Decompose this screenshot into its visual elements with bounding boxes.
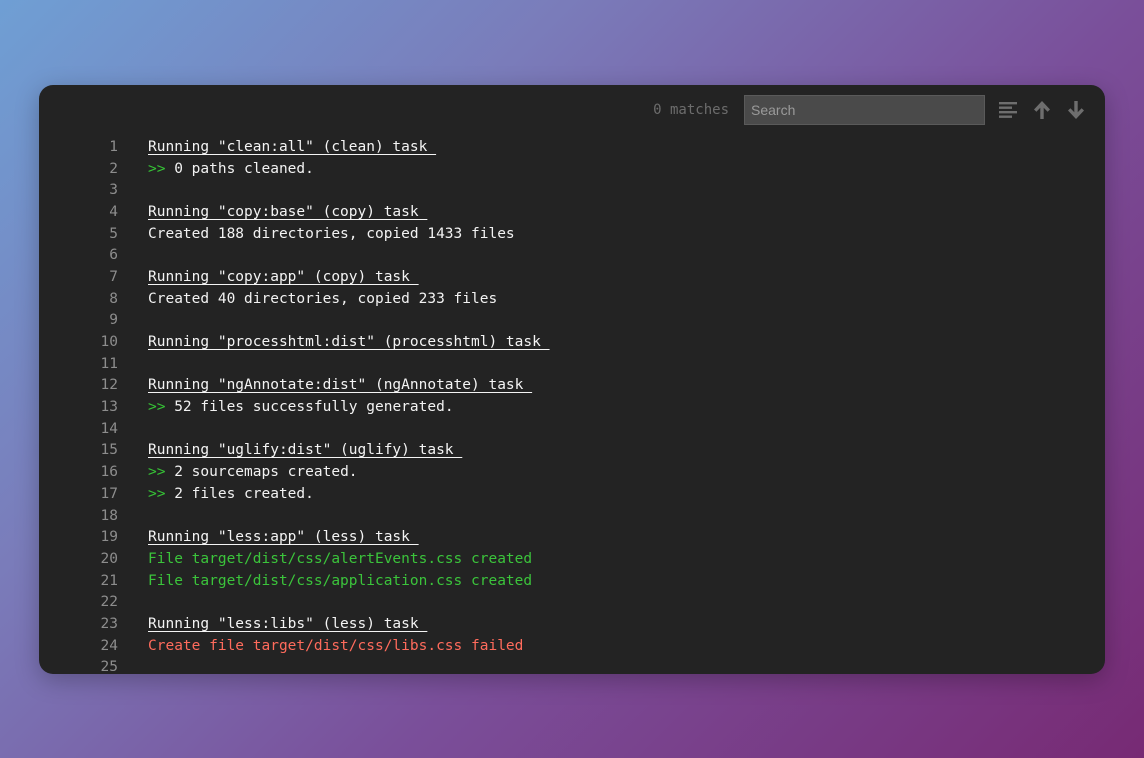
log-line: 1 Running "clean:all" (clean) task: [39, 136, 1105, 158]
line-number: 14: [100, 420, 118, 437]
line-number: 21: [100, 572, 118, 589]
log-line: 24 Create file target/dist/css/libs.css f…: [39, 635, 1105, 657]
success-message: File target/dist/css/application.css cre…: [148, 572, 533, 589]
line-number: 11: [100, 355, 118, 372]
log-line: 17 >> 2 files created.: [39, 483, 1105, 505]
prompt-marker: >>: [148, 464, 166, 481]
log-line: 10 Running "processhtml:dist" (processhtm…: [39, 331, 1105, 353]
log-line: 11: [39, 353, 1105, 375]
success-message: File target/dist/css/alertEvents.css cre…: [148, 550, 533, 567]
log-line: 15 Running "uglify:dist" (uglify) task: [39, 440, 1105, 462]
task-header: Running "ngAnnotate:dist" (ngAnnotate) t…: [148, 377, 533, 394]
task-header: Running "copy:base" (copy) task: [148, 203, 428, 220]
line-content: Create file target/dist/css/libs.css fai…: [148, 638, 523, 654]
line-number: 7: [109, 268, 118, 285]
task-header: Running "less:app" (less) task: [148, 529, 419, 546]
line-content: Running "ngAnnotate:dist" (ngAnnotate) t…: [148, 377, 532, 393]
line-content: >> 2 sourcemaps created.: [148, 464, 358, 480]
line-content: Running "less:libs" (less) task: [148, 616, 427, 632]
line-number: 17: [100, 485, 118, 502]
log-line: 19 Running "less:app" (less) task: [39, 526, 1105, 548]
log-text: 2 sourcemaps created.: [165, 464, 358, 481]
log-text: Created 188 directories, copied 1433 fil…: [148, 225, 515, 242]
line-content: Running "uglify:dist" (uglify) task: [148, 442, 462, 458]
line-content: Created 188 directories, copied 1433 fil…: [148, 226, 515, 242]
line-number: 25: [100, 659, 118, 674]
line-number: 8: [109, 290, 118, 307]
line-number: 22: [100, 594, 118, 611]
line-number: 19: [100, 529, 118, 546]
arrow-down-icon: [1068, 101, 1084, 119]
line-content: Running "copy:app" (copy) task: [148, 269, 419, 285]
log-line: 23 Running "less:libs" (less) task: [39, 613, 1105, 635]
wrap-lines-button[interactable]: [997, 99, 1019, 121]
log-line: 4 Running "copy:base" (copy) task: [39, 201, 1105, 223]
matches-count: 0 matches: [653, 102, 729, 118]
line-content: >> 2 files created.: [148, 486, 314, 502]
line-content: Created 40 directories, copied 233 files: [148, 291, 497, 307]
log-line: 14: [39, 418, 1105, 440]
line-number: 13: [100, 399, 118, 416]
log-line: 8 Created 40 directories, copied 233 file…: [39, 288, 1105, 310]
line-number: 3: [109, 182, 118, 199]
log-text: 0 paths cleaned.: [165, 160, 314, 177]
line-number: 9: [109, 312, 118, 329]
task-header: Running "copy:app" (copy) task: [148, 268, 419, 285]
line-number: 16: [100, 464, 118, 481]
line-number: 5: [109, 225, 118, 242]
log-line: 25: [39, 657, 1105, 674]
prompt-marker: >>: [148, 399, 166, 416]
log-output: 1 Running "clean:all" (clean) task 2 >> 0 …: [39, 136, 1105, 674]
line-number: 12: [100, 377, 118, 394]
line-content: File target/dist/css/application.css cre…: [148, 573, 532, 589]
log-text: Created 40 directories, copied 233 files: [148, 290, 498, 307]
line-number: 24: [100, 637, 118, 654]
line-content: Running "copy:base" (copy) task: [148, 204, 427, 220]
arrow-up-icon: [1034, 101, 1050, 119]
line-number: 15: [100, 442, 118, 459]
log-line: 3: [39, 179, 1105, 201]
log-line: 9: [39, 310, 1105, 332]
line-number: 23: [100, 615, 118, 632]
prompt-marker: >>: [148, 160, 166, 177]
line-content: Running "less:app" (less) task: [148, 529, 419, 545]
prompt-marker: >>: [148, 485, 166, 502]
log-line: 5 Created 188 directories, copied 1433 fi…: [39, 223, 1105, 245]
log-line: 21 File target/dist/css/application.css c…: [39, 570, 1105, 592]
previous-match-button[interactable]: [1031, 99, 1053, 121]
line-number: 20: [100, 550, 118, 567]
log-line: 16 >> 2 sourcemaps created.: [39, 461, 1105, 483]
line-content: >> 0 paths cleaned.: [148, 161, 314, 177]
log-line: 2 >> 0 paths cleaned.: [39, 158, 1105, 180]
log-line: 7 Running "copy:app" (copy) task: [39, 266, 1105, 288]
line-content: Running "processhtml:dist" (processhtml)…: [148, 334, 550, 350]
line-number: 4: [109, 203, 118, 220]
line-number: 6: [109, 247, 118, 264]
log-line: 12 Running "ngAnnotate:dist" (ngAnnotate)…: [39, 375, 1105, 397]
error-message: Create file target/dist/css/libs.css fai…: [148, 637, 524, 654]
log-text: 52 files successfully generated.: [165, 399, 454, 416]
align-left-icon: [999, 102, 1017, 118]
line-number: 1: [109, 138, 118, 155]
log-line: 13 >> 52 files successfully generated.: [39, 396, 1105, 418]
log-line: 22: [39, 591, 1105, 613]
log-line: 18: [39, 505, 1105, 527]
line-number: 2: [109, 160, 118, 177]
task-header: Running "clean:all" (clean) task: [148, 138, 437, 155]
search-input[interactable]: [744, 95, 985, 125]
task-header: Running "uglify:dist" (uglify) task: [148, 442, 463, 459]
log-viewer-window: 0 matches 1 Running "clean:all" (clean) t…: [39, 85, 1105, 674]
line-content: File target/dist/css/alertEvents.css cre…: [148, 551, 532, 567]
task-header: Running "less:libs" (less) task: [148, 615, 428, 632]
task-header: Running "processhtml:dist" (processhtml)…: [148, 334, 550, 351]
log-line: 20 File target/dist/css/alertEvents.css c…: [39, 548, 1105, 570]
toolbar: 0 matches: [653, 95, 1087, 125]
log-text: 2 files created.: [165, 485, 314, 502]
line-number: 10: [100, 334, 118, 351]
next-match-button[interactable]: [1065, 99, 1087, 121]
line-content: Running "clean:all" (clean) task: [148, 139, 436, 155]
line-number: 18: [100, 507, 118, 524]
line-content: >> 52 files successfully generated.: [148, 399, 454, 415]
log-line: 6: [39, 244, 1105, 266]
